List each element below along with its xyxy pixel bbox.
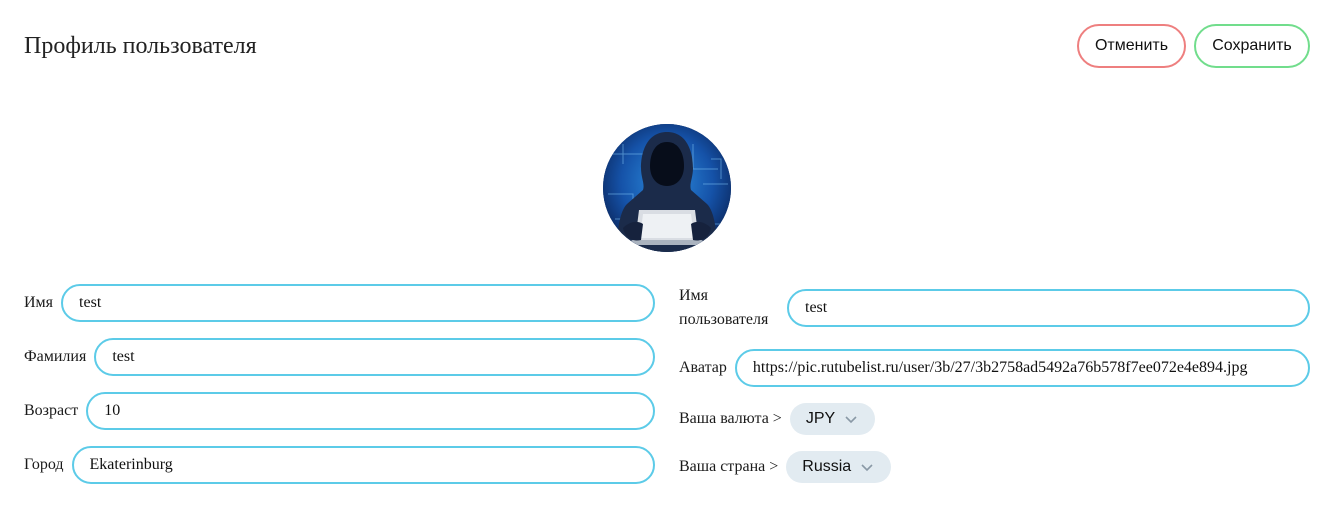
last-name-row: Фамилия test <box>24 338 655 376</box>
last-name-label: Фамилия <box>24 348 87 365</box>
country-label: Ваша страна > <box>679 458 779 475</box>
country-value: Russia <box>802 458 852 475</box>
last-name-input[interactable]: test <box>94 338 655 376</box>
chevron-down-icon <box>845 416 857 424</box>
first-name-input[interactable]: test <box>61 284 655 322</box>
save-button[interactable]: Сохранить <box>1194 24 1310 68</box>
avatar-url-label: Аватар <box>679 359 727 376</box>
city-label: Город <box>24 456 64 473</box>
city-row: Город Ekaterinburg <box>24 446 655 484</box>
country-select[interactable]: Russia <box>786 451 892 483</box>
avatar[interactable] <box>603 124 731 252</box>
city-input[interactable]: Ekaterinburg <box>71 446 655 484</box>
country-row: Ваша страна > Russia <box>679 451 892 483</box>
first-name-label: Имя <box>24 294 54 311</box>
username-input[interactable]: test <box>787 289 1310 327</box>
age-label: Возраст <box>24 402 79 419</box>
age-row: Возраст 10 <box>24 392 655 430</box>
avatar-url-input[interactable]: https://pic.rutubelist.ru/user/3b/27/3b2… <box>734 349 1310 387</box>
cancel-button[interactable]: Отменить <box>1077 24 1186 68</box>
avatar-url-row: Аватар https://pic.rutubelist.ru/user/3b… <box>679 349 1310 387</box>
currency-select[interactable]: JPY <box>789 403 876 435</box>
chevron-down-icon <box>861 464 873 472</box>
currency-value: JPY <box>805 410 836 427</box>
currency-row: Ваша валюта > JPY <box>679 403 876 435</box>
currency-label: Ваша валюта > <box>679 410 782 427</box>
age-input[interactable]: 10 <box>86 392 655 430</box>
username-label: Имя пользователя <box>679 287 769 328</box>
first-name-row: Имя test <box>24 284 655 322</box>
page-title: Профиль пользователя <box>24 33 257 59</box>
username-row: Имя пользователя test <box>679 284 1310 332</box>
hooded-hacker-avatar-icon <box>603 124 731 252</box>
